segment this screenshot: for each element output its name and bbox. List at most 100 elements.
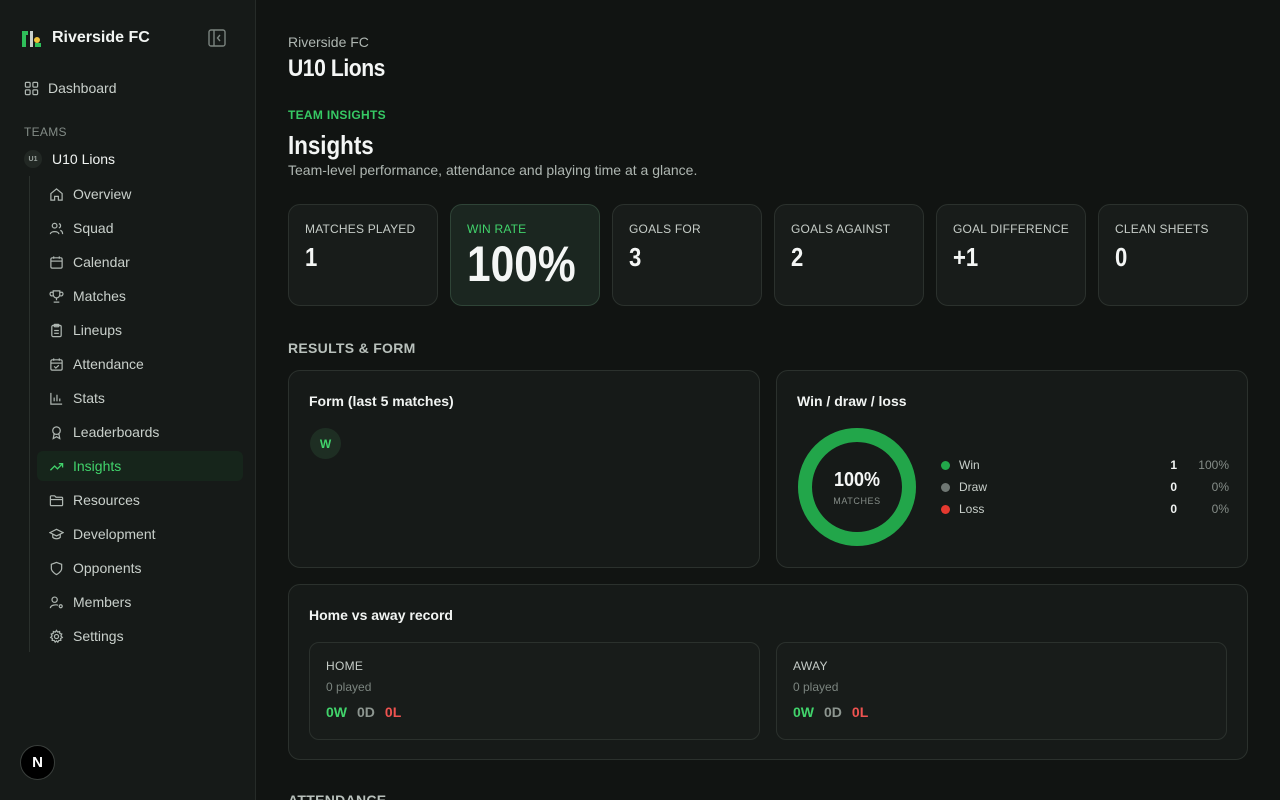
stat-value: 0 xyxy=(1115,242,1128,272)
team-title: U10 Lions xyxy=(288,55,385,82)
club-name: Riverside FC xyxy=(288,34,369,50)
brand[interactable]: Riverside FC xyxy=(20,28,150,48)
sidebar-item-resources[interactable]: Resources xyxy=(37,485,243,515)
home-played: 0 played xyxy=(326,680,372,694)
stat-card-matches-played: MATCHES PLAYED 1 xyxy=(288,204,438,306)
sidebar-item-settings[interactable]: Settings xyxy=(37,621,243,651)
stat-card-goals-for: GOALS FOR 3 xyxy=(612,204,762,306)
sidebar-item-label: Attendance xyxy=(73,356,144,372)
legend-name: Draw xyxy=(959,480,988,494)
club-logo-icon xyxy=(22,31,41,47)
sidebar-item-label: Members xyxy=(73,594,132,610)
stat-label: GOAL DIFFERENCE xyxy=(953,222,1069,236)
shield-icon xyxy=(50,561,63,575)
form-result-badge: W xyxy=(310,428,341,459)
donut-center-value: 100% xyxy=(833,469,881,491)
award-icon xyxy=(52,425,61,440)
away-played: 0 played xyxy=(793,680,839,694)
calendar-check-icon xyxy=(50,357,63,371)
home-label: HOME xyxy=(326,659,364,673)
user-cog-icon xyxy=(49,595,63,608)
sidebar-item-label: Resources xyxy=(73,492,140,508)
main-content: Riverside FC U10 Lions TEAM INSIGHTS Ins… xyxy=(288,0,1248,800)
legend-dot xyxy=(941,482,950,492)
sidebar-item-calendar[interactable]: Calendar xyxy=(37,247,243,277)
legend-pct: 100% xyxy=(1198,458,1229,472)
stat-value: 3 xyxy=(629,242,642,272)
away-draws: 0D xyxy=(824,704,842,720)
sidebar-item-insights[interactable]: Insights xyxy=(37,451,243,481)
stat-card-goals-against: GOALS AGAINST 2 xyxy=(774,204,924,306)
away-results: 0W 0D 0L xyxy=(793,704,1210,720)
collapse-sidebar-button[interactable] xyxy=(207,28,227,48)
sidebar-item-matches[interactable]: Matches xyxy=(37,281,243,311)
legend-pct: 0% xyxy=(1211,502,1229,516)
sidebar-item-attendance[interactable]: Attendance xyxy=(37,349,243,379)
stat-label: MATCHES PLAYED xyxy=(305,222,416,236)
home-draws: 0D xyxy=(357,704,375,720)
panel-title: Home vs away record xyxy=(309,607,453,623)
sidebar-item-stats[interactable]: Stats xyxy=(37,383,243,413)
legend-count: 1 xyxy=(1170,458,1177,472)
page-description: Team-level performance, attendance and p… xyxy=(288,162,698,178)
sidebar-item-label: Insights xyxy=(73,458,122,474)
home-icon xyxy=(50,187,63,201)
trophy-icon xyxy=(49,289,64,303)
stat-value: +1 xyxy=(953,242,979,272)
home-wins: 0W xyxy=(326,704,347,720)
sidebar-item-label: Dashboard xyxy=(48,80,117,96)
layout-grid-icon xyxy=(24,81,39,95)
sidebar-item-dashboard[interactable]: Dashboard xyxy=(24,73,117,103)
sidebar-item-lineups[interactable]: Lineups xyxy=(37,315,243,345)
page-title: Insights xyxy=(288,130,374,160)
graduation-cap-icon xyxy=(49,528,64,539)
trending-up-icon xyxy=(49,462,64,471)
legend-name: Loss xyxy=(959,502,985,516)
sidebar-item-label: Matches xyxy=(73,288,126,304)
sidebar-item-label: Opponents xyxy=(73,560,142,576)
sidebar-item-development[interactable]: Development xyxy=(37,519,243,549)
team-badge: U1 xyxy=(24,150,42,168)
panel-title: Form (last 5 matches) xyxy=(309,393,454,409)
page-eyebrow: TEAM INSIGHTS xyxy=(288,108,386,122)
legend-row-draw: Draw 0 0% xyxy=(941,478,1229,496)
sidebar-item-opponents[interactable]: Opponents xyxy=(37,553,243,583)
stat-label: GOALS AGAINST xyxy=(791,222,891,236)
section-label-results-form: RESULTS & FORM xyxy=(288,340,416,356)
sidebar-item-leaderboards[interactable]: Leaderboards xyxy=(37,417,243,447)
sidebar-item-members[interactable]: Members xyxy=(37,587,243,617)
sidebar-item-label: Development xyxy=(73,526,156,542)
legend-dot xyxy=(941,504,950,514)
legend-pct: 0% xyxy=(1211,480,1229,494)
sidebar-item-label: Settings xyxy=(73,628,124,644)
home-away-panel: Home vs away record HOME 0 played 0W 0D … xyxy=(288,584,1248,760)
calendar-icon xyxy=(50,255,63,269)
team-name: U10 Lions xyxy=(52,151,116,167)
sidebar-item-label: Stats xyxy=(73,390,105,406)
stat-value: 100% xyxy=(467,236,576,292)
stat-label: CLEAN SHEETS xyxy=(1115,222,1209,236)
home-losses: 0L xyxy=(384,704,402,720)
home-record-card: HOME 0 played 0W 0D 0L xyxy=(309,642,760,740)
legend-count: 0 xyxy=(1170,502,1177,516)
sidebar-team-u10-lions[interactable]: U1 U10 Lions xyxy=(24,150,115,168)
away-record-card: AWAY 0 played 0W 0D 0L xyxy=(776,642,1227,740)
sidebar-item-label: Squad xyxy=(73,220,114,236)
sidebar-item-label: Overview xyxy=(73,186,132,202)
panel-left-icon xyxy=(208,29,226,47)
stat-value: 1 xyxy=(305,242,318,272)
legend-name: Win xyxy=(959,458,980,472)
users-icon xyxy=(49,222,64,234)
user-avatar[interactable]: N xyxy=(20,745,55,780)
legend-dot xyxy=(941,460,950,470)
stat-card-win-rate: WIN RATE 100% xyxy=(450,204,600,306)
donut-center-caption: MATCHES xyxy=(833,496,881,506)
legend-row-win: Win 1 100% xyxy=(941,456,1229,474)
sidebar-item-label: Lineups xyxy=(73,322,123,338)
stat-card-clean-sheets: CLEAN SHEETS 0 xyxy=(1098,204,1248,306)
sidebar-item-overview[interactable]: Overview xyxy=(37,179,243,209)
stat-value: 2 xyxy=(791,242,804,272)
bar-chart-icon xyxy=(50,392,63,405)
away-wins: 0W xyxy=(793,704,814,720)
sidebar-item-squad[interactable]: Squad xyxy=(37,213,243,243)
